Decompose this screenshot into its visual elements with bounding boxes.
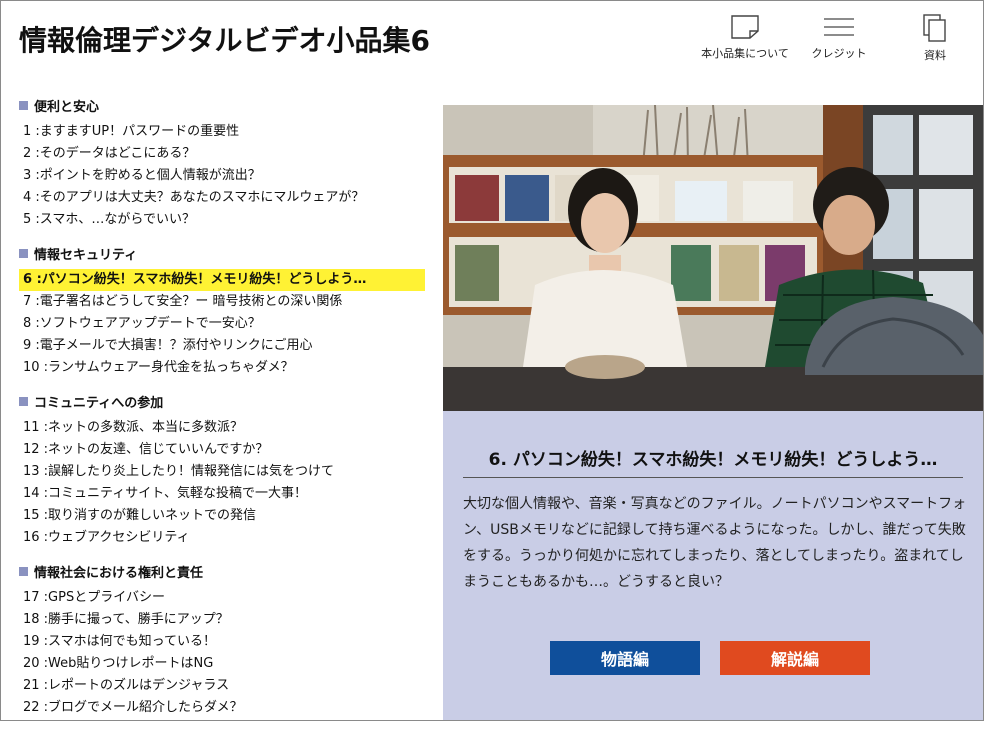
title-divider <box>463 477 963 478</box>
episode-item-16[interactable]: 16 :ウェブアクセシビリティ <box>19 527 425 549</box>
episode-description: 大切な個人情報や、音楽・写真などのファイル。ノートパソコンやスマートフォン、US… <box>463 496 967 590</box>
video-still-image <box>443 105 983 411</box>
about-label: 本小品集について <box>701 47 789 60</box>
section-title: 情報セキュリティ <box>34 247 138 263</box>
episode-item-14[interactable]: 14 :コミュニティサイト、気軽な投稿で一大事！ <box>19 483 425 505</box>
episode-item-8[interactable]: 8 :ソフトウェアアップデートで一安心？ <box>19 313 425 335</box>
section-heading: コミュニティへの参加 <box>19 391 163 411</box>
episode-item-6-selected[interactable]: 6 :パソコン紛失！スマホ紛失！メモリ紛失！どうしよう… <box>19 269 425 291</box>
episode-item-4[interactable]: 4 :そのアプリは大丈夫？あなたのスマホにマルウェアが？ <box>19 187 425 209</box>
story-button[interactable]: 物語編 <box>550 641 700 675</box>
hamburger-lines-icon <box>824 18 854 36</box>
episode-item-5[interactable]: 5 :スマホ、…ながらでいい？ <box>19 209 425 231</box>
credits-button[interactable]: クレジット <box>791 13 887 69</box>
episode-item-22[interactable]: 22 :ブログでメール紹介したらダメ？ <box>19 697 425 719</box>
episode-item-18[interactable]: 18 :勝手に撮って、勝手にアップ？ <box>19 609 425 631</box>
episode-detail-panel: 6. パソコン紛失！スマホ紛失！メモリ紛失！どうしよう… 大切な個人情報や、音楽… <box>443 105 983 720</box>
page-title: 情報倫理デジタルビデオ小品集6 <box>19 24 430 57</box>
episode-list: 便利と安心 1 :ますますUP！パスワードの重要性 2 :そのデータはどこにある… <box>1 91 441 720</box>
about-button[interactable]: 本小品集について <box>697 13 793 69</box>
section-heading: 情報社会における権利と責任 <box>19 561 203 581</box>
episode-item-7[interactable]: 7 :電子署名はどうして安全？ー 暗号技術との深い関係 <box>19 291 425 313</box>
section-heading: 便利と安心 <box>19 95 99 115</box>
section-title: 情報社会における権利と責任 <box>34 565 204 581</box>
section-marker <box>19 566 28 576</box>
credits-label: クレジット <box>811 47 867 60</box>
episode-detail-title: 6. パソコン紛失！スマホ紛失！メモリ紛失！どうしよう… <box>488 450 938 470</box>
episode-item-10[interactable]: 10 :ランサムウェアー身代金を払っちゃダメ？ <box>19 357 425 379</box>
episode-item-21[interactable]: 21 :レポートのズルはデンジャラス <box>19 675 425 697</box>
episode-item-20[interactable]: 20 :Web貼りつけレポートはNG <box>19 653 425 675</box>
episode-item-9[interactable]: 9 :電子メールで大損害！？添付やリンクにご用心 <box>19 335 425 357</box>
classroom-scene-illustration <box>443 105 983 411</box>
note-page-icon <box>731 15 759 39</box>
episode-item-3[interactable]: 3 :ポイントを貯めると個人情報が流出？ <box>19 165 425 187</box>
episode-item-17[interactable]: 17 :GPSとプライバシー <box>19 587 425 609</box>
section-title: 便利と安心 <box>34 99 100 115</box>
app-window: 情報倫理デジタルビデオ小品集6 本小品集について クレジット 資料 便利と安心 … <box>0 0 984 721</box>
section-title: コミュニティへの参加 <box>34 395 164 411</box>
episode-item-2[interactable]: 2 :そのデータはどこにある？ <box>19 143 425 165</box>
section-marker <box>19 396 28 406</box>
episode-item-15[interactable]: 15 :取り消すのが難しいネットでの発信 <box>19 505 425 527</box>
materials-label: 資料 <box>924 49 946 62</box>
header: 情報倫理デジタルビデオ小品集6 本小品集について クレジット 資料 <box>1 1 983 91</box>
section-marker <box>19 100 28 110</box>
episode-item-13[interactable]: 13 :誤解したり炎上したり！情報発信には気をつけて <box>19 461 425 483</box>
section-marker <box>19 248 28 258</box>
commentary-button[interactable]: 解説編 <box>720 641 870 675</box>
materials-button[interactable]: 資料 <box>887 13 983 69</box>
episode-item-11[interactable]: 11 :ネットの多数派、本当に多数派？ <box>19 417 425 439</box>
section-heading: 情報セキュリティ <box>19 243 137 263</box>
episode-item-1[interactable]: 1 :ますますUP！パスワードの重要性 <box>19 121 425 143</box>
episode-item-12[interactable]: 12 :ネットの友達、信じていいんですか？ <box>19 439 425 461</box>
stacked-documents-icon <box>923 14 946 42</box>
episode-item-19[interactable]: 19 :スマホは何でも知っている！ <box>19 631 425 653</box>
